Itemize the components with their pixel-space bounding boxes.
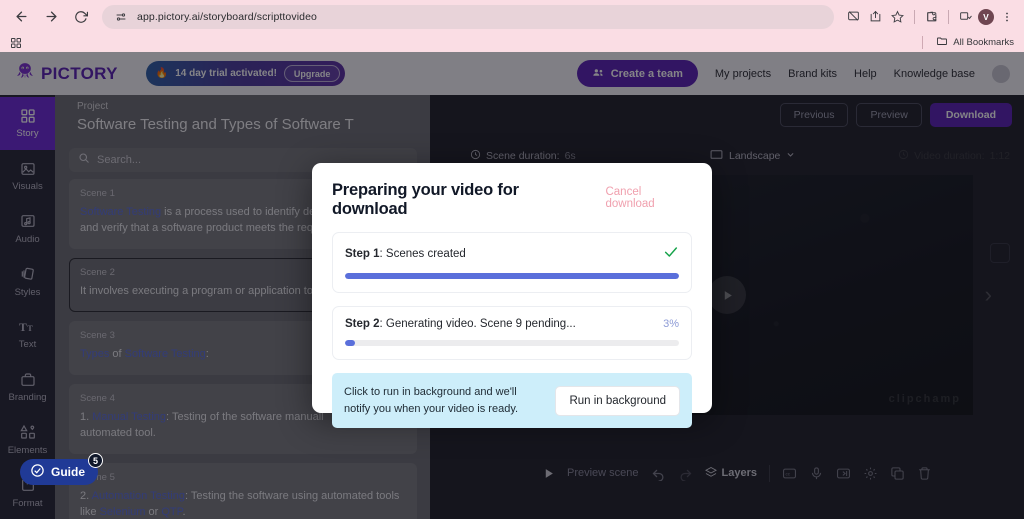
- check-icon: [663, 244, 679, 263]
- step-2-percent: 3%: [663, 318, 679, 330]
- guide-badge: 5: [88, 453, 104, 468]
- step-1-row: Step 1: Scenes created: [345, 244, 679, 263]
- check-circle-icon: [30, 463, 45, 481]
- folder-icon: [936, 35, 948, 50]
- chrome-menu-icon[interactable]: [997, 7, 1016, 26]
- toolbar-divider-2: [948, 9, 949, 24]
- bookmark-star-icon[interactable]: [888, 7, 907, 26]
- modal-header: Preparing your video for download Cancel…: [332, 181, 692, 219]
- step-2-label: Step 2: Generating video. Scene 9 pendin…: [345, 318, 576, 330]
- bookmarks-bar: All Bookmarks: [0, 33, 1024, 52]
- step-1-label: Step 1: Scenes created: [345, 248, 466, 260]
- step-1-progress-fill: [345, 273, 679, 279]
- address-bar[interactable]: app.pictory.ai/storyboard/scripttovideo: [102, 4, 834, 29]
- step-2-progress-fill: [345, 340, 356, 346]
- guide-label: Guide: [51, 465, 86, 479]
- step-1-card: Step 1: Scenes created: [332, 232, 692, 293]
- guide-button[interactable]: Guide 5: [20, 453, 104, 485]
- cast-off-icon[interactable]: [844, 7, 863, 26]
- step-2-card: Step 2: Generating video. Scene 9 pendin…: [332, 306, 692, 360]
- toolbar-divider: [914, 9, 915, 24]
- browser-chrome: app.pictory.ai/storyboard/scripttovideo: [0, 0, 1024, 52]
- extensions-puzzle-icon[interactable]: [922, 7, 941, 26]
- apps-grid-icon[interactable]: [10, 37, 22, 49]
- reload-icon[interactable]: [68, 4, 94, 30]
- step-2-bold: Step 2: [345, 318, 380, 330]
- step-2-rest: : Generating video. Scene 9 pending...: [379, 318, 576, 330]
- back-arrow-icon[interactable]: [8, 4, 34, 30]
- run-in-background-button[interactable]: Run in background: [555, 385, 680, 416]
- reading-list-icon[interactable]: [956, 7, 975, 26]
- tune-icon[interactable]: [111, 7, 130, 26]
- background-info-banner: Click to run in background and we'll not…: [332, 373, 692, 428]
- step-1-bold: Step 1: [345, 247, 380, 260]
- all-bookmarks-entry[interactable]: All Bookmarks: [922, 35, 1014, 50]
- modal-title: Preparing your video for download: [332, 181, 519, 218]
- forward-arrow-icon[interactable]: [38, 4, 64, 30]
- browser-toolbar: app.pictory.ai/storyboard/scripttovideo: [0, 0, 1024, 33]
- step-1-progress-track: [345, 273, 679, 279]
- bookmarks-divider: [922, 36, 924, 49]
- url-text: app.pictory.ai/storyboard/scripttovideo: [137, 10, 317, 23]
- cancel-download-button[interactable]: Cancel download: [605, 186, 692, 210]
- banner-text: Click to run in background and we'll not…: [344, 386, 519, 415]
- share-icon[interactable]: [866, 7, 885, 26]
- step-1-rest: : Scenes created: [379, 247, 466, 260]
- all-bookmarks-label: All Bookmarks: [953, 37, 1014, 48]
- screen-root: app.pictory.ai/storyboard/scripttovideo: [0, 0, 1024, 519]
- step-2-row: Step 2: Generating video. Scene 9 pendin…: [345, 318, 679, 330]
- step-2-progress-track: [345, 340, 679, 346]
- profile-avatar[interactable]: V: [978, 8, 994, 25]
- browser-action-icons: V: [844, 7, 1016, 26]
- download-progress-modal: Preparing your video for download Cancel…: [312, 163, 712, 428]
